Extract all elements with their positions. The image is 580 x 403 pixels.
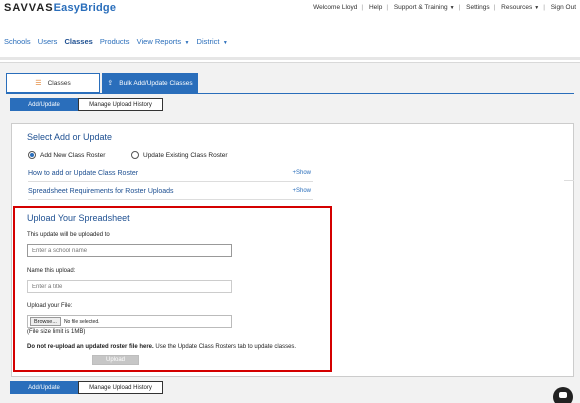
logo-part1: SAVVAS: [4, 2, 54, 14]
radio-selected-icon: [28, 151, 36, 159]
upload-title: Upload Your Spreadsheet: [27, 213, 130, 223]
support-training-menu[interactable]: Support & Training ▼: [394, 4, 455, 11]
tab-classes-label: Classes: [47, 79, 71, 87]
chevron-down-icon: ▼: [534, 5, 540, 11]
chevron-down-icon: ▼: [449, 5, 455, 11]
radio-add-new[interactable]: Add New Class Roster: [28, 151, 105, 159]
top-links: Welcome Lloyd | Help | Support & Training ▼…: [313, 4, 576, 11]
upload-title-input[interactable]: [27, 280, 232, 293]
upload-icon: ⇪: [107, 80, 114, 87]
radio-unselected-icon: [131, 151, 139, 159]
add-update-button[interactable]: Add/Update: [10, 381, 78, 394]
logo-part2: EasyBridge: [53, 2, 117, 14]
savvas-logo[interactable]: SAVVASEasyBridge: [4, 2, 116, 14]
radio-update-existing[interactable]: Update Existing Class Roster: [131, 151, 228, 159]
add-update-button[interactable]: Add/Update: [10, 98, 78, 111]
how-to-label: How to add or Update Class Roster: [28, 170, 139, 177]
list-icon: ☰: [35, 80, 42, 87]
no-file-text: No file selected.: [63, 318, 100, 325]
school-name-input[interactable]: [27, 244, 232, 257]
radio-add-new-label: Add New Class Roster: [40, 151, 106, 159]
requirements-row[interactable]: Spreadsheet Requirements for Roster Uplo…: [28, 188, 313, 200]
upload-name-label: Name this upload:: [27, 268, 76, 274]
tab-bulk-add-update[interactable]: ⇪ Bulk Add/Update Classes: [102, 73, 198, 93]
nav-district[interactable]: District ▼: [197, 37, 228, 46]
requirements-label: Spreadsheet Requirements for Roster Uplo…: [28, 188, 174, 195]
tab-bulk-label: Bulk Add/Update Classes: [119, 79, 193, 87]
resources-menu[interactable]: Resources ▼: [501, 4, 539, 11]
file-input[interactable]: Browse... No file selected.: [27, 315, 232, 328]
show-how-to-link[interactable]: +Show: [292, 170, 311, 176]
show-requirements-link[interactable]: +Show: [292, 188, 311, 194]
chevron-down-icon: ▼: [183, 40, 190, 46]
top-bar: SAVVASEasyBridge Welcome Lloyd | Help | Su…: [0, 0, 580, 18]
how-to-row[interactable]: How to add or Update Class Roster +Show: [28, 170, 313, 182]
nav-products[interactable]: Products: [100, 37, 130, 46]
file-label: Upload your File:: [27, 303, 73, 309]
size-limit-text: (File size limit is 1MB): [27, 329, 86, 335]
main-nav-bar: Schools Users Classes Products View Repo…: [0, 18, 580, 63]
manage-upload-history-button[interactable]: Manage Upload History: [78, 98, 163, 111]
school-label: This update will be uploaded to: [27, 232, 110, 238]
chevron-down-icon: ▼: [221, 40, 228, 46]
main-nav: Schools Users Classes Products View Repo…: [4, 37, 233, 46]
select-section-title: Select Add or Update: [27, 132, 113, 142]
tab-classes[interactable]: ☰ Classes: [6, 73, 100, 93]
nav-classes[interactable]: Classes: [64, 37, 92, 46]
nav-view-reports[interactable]: View Reports ▼: [137, 37, 190, 46]
manage-upload-history-button[interactable]: Manage Upload History: [78, 381, 163, 394]
reupload-warning: Do not re-upload an updated roster file …: [27, 344, 296, 350]
nav-schools[interactable]: Schools: [4, 37, 31, 46]
warning-rest: Use the Update Class Rosters tab to upda…: [153, 344, 297, 350]
upload-section-highlight: Upload Your Spreadsheet This update will…: [13, 206, 332, 372]
welcome-text: Welcome Lloyd: [313, 4, 358, 11]
browse-button[interactable]: Browse...: [30, 317, 61, 326]
nav-divider: [0, 57, 580, 60]
settings-link[interactable]: Settings: [466, 4, 490, 11]
tab-underline: [6, 93, 574, 94]
sign-out-link[interactable]: Sign Out: [551, 4, 576, 11]
radio-update-existing-label: Update Existing Class Roster: [143, 151, 228, 159]
warning-bold: Do not re-upload an updated roster file …: [27, 344, 154, 350]
chat-bubble: [559, 392, 567, 398]
divider: [564, 180, 574, 181]
upload-button[interactable]: Upload: [92, 355, 139, 365]
nav-users[interactable]: Users: [38, 37, 58, 46]
help-link[interactable]: Help: [369, 4, 382, 11]
